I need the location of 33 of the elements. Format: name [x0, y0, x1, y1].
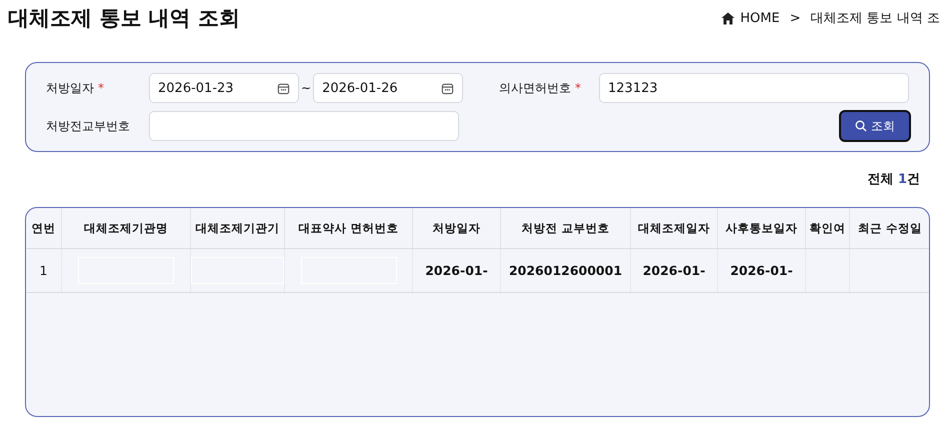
column-header: 대체조제기관기 — [191, 208, 285, 248]
date-field[interactable]: 2026-01-23 — [149, 73, 299, 103]
field-label: 처방일자 * — [46, 80, 105, 96]
field-label: 의사면허번호 * — [499, 80, 582, 96]
range-separator: ~ — [301, 81, 312, 95]
column-header: 확인여 — [806, 208, 850, 248]
calendar-icon[interactable] — [277, 82, 290, 94]
field-label: 처방전교부번호 — [46, 118, 131, 134]
breadcrumb-separator: > — [790, 10, 801, 26]
column-header: 처방일자 — [413, 208, 501, 248]
search-button[interactable]: 조회 — [839, 110, 911, 142]
column-header: 최근 수정일 — [850, 208, 929, 248]
input-field[interactable] — [149, 111, 459, 141]
calendar-icon[interactable] — [441, 82, 454, 94]
page-title: 대체조제 통보 내역 조회 — [8, 5, 240, 32]
table-cell: 2026-01- — [730, 263, 793, 278]
column-header: 대체조제일자 — [631, 208, 718, 248]
date-field[interactable]: 2026-01-26 — [313, 73, 464, 103]
column-header: 연번 — [26, 208, 62, 248]
column-header: 처방전 교부번호 — [501, 208, 631, 248]
input-field[interactable]: 123123 — [599, 73, 909, 103]
breadcrumb-link[interactable]: HOME — [740, 10, 780, 26]
search-icon — [855, 120, 867, 132]
home-icon[interactable] — [721, 12, 736, 24]
table-cell: 2026-01- — [642, 263, 706, 278]
breadcrumb-current: 대체조제 통보 내역 조 — [810, 10, 940, 27]
total-count: 전체 1건 — [867, 171, 920, 189]
column-header: 사후통보일자 — [718, 208, 806, 248]
table-cell: 2026012600001 — [508, 263, 622, 278]
table-cell: 1 — [40, 263, 48, 278]
column-header: 대체조제기관명 — [62, 208, 191, 248]
table-cell: 2026-01- — [425, 263, 488, 278]
column-header: 대표약사 면허번호 — [285, 208, 413, 248]
